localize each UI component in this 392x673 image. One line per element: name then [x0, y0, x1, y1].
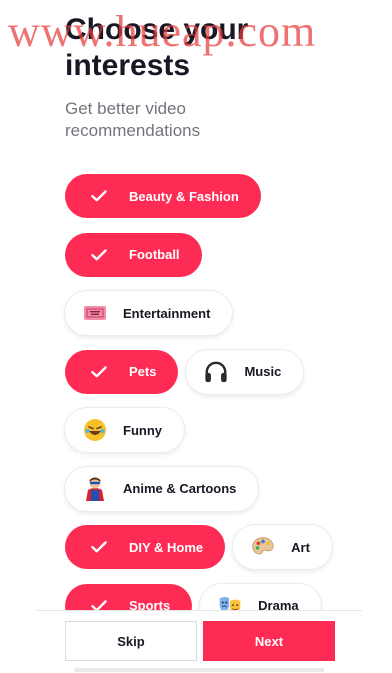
check-icon — [89, 244, 109, 266]
superhero-icon — [83, 477, 107, 501]
interest-chip-list: Beauty & Fashion Football Entertainment Pet… — [65, 174, 385, 642]
interest-chip-music[interactable]: Music — [186, 349, 304, 394]
interest-chip-label: Music — [244, 364, 282, 379]
home-indicator — [74, 668, 324, 672]
palette-icon — [251, 536, 275, 558]
page-subtitle: Get better video recommendations — [65, 99, 201, 140]
interest-chip-label: Funny — [123, 422, 162, 438]
interest-row: DIY & Home Art — [65, 525, 385, 569]
page-title: Choose your interests — [65, 13, 249, 82]
interest-chip-label: Pets — [129, 364, 157, 379]
interest-chip-football[interactable]: Football — [65, 232, 202, 277]
check-icon — [89, 185, 109, 207]
skip-button[interactable]: Skip — [65, 621, 197, 661]
interest-row: Pets Music — [65, 349, 385, 394]
interest-chip-label: Beauty & Fashion — [129, 188, 239, 204]
interest-chip-entertainment[interactable]: Entertainment — [65, 291, 233, 335]
bottom-action-bar: Skip Next — [36, 610, 362, 673]
interest-row: Entertainment — [65, 291, 385, 335]
check-icon — [89, 361, 109, 383]
interest-row: Funny — [65, 408, 385, 452]
interest-chip-art[interactable]: Art — [233, 525, 332, 569]
interest-chip-diy-and-home[interactable]: DIY & Home — [65, 525, 226, 569]
headphones-icon — [204, 361, 228, 383]
interest-row: Anime & Cartoons — [65, 466, 385, 511]
interest-chip-label: Anime & Cartoons — [123, 481, 237, 496]
ticket-icon — [83, 302, 107, 324]
interest-chip-pets[interactable]: Pets — [65, 349, 179, 394]
next-button[interactable]: Next — [203, 621, 335, 661]
interest-chip-label: Art — [291, 539, 310, 555]
interest-row: Beauty & Fashion — [65, 174, 385, 218]
interest-chip-label: DIY & Home — [129, 539, 204, 555]
interest-chip-label: Entertainment — [123, 305, 211, 321]
interest-chip-funny[interactable]: Funny — [65, 408, 184, 452]
interest-chip-anime-and-cartoons[interactable]: Anime & Cartoons — [65, 466, 259, 511]
interest-chip-label: Football — [129, 247, 180, 262]
laughing-emoji-icon — [83, 419, 107, 441]
interest-row: Football — [65, 232, 385, 277]
interest-chip-beauty-and-fashion[interactable]: Beauty & Fashion — [65, 174, 261, 218]
check-icon — [89, 536, 109, 558]
